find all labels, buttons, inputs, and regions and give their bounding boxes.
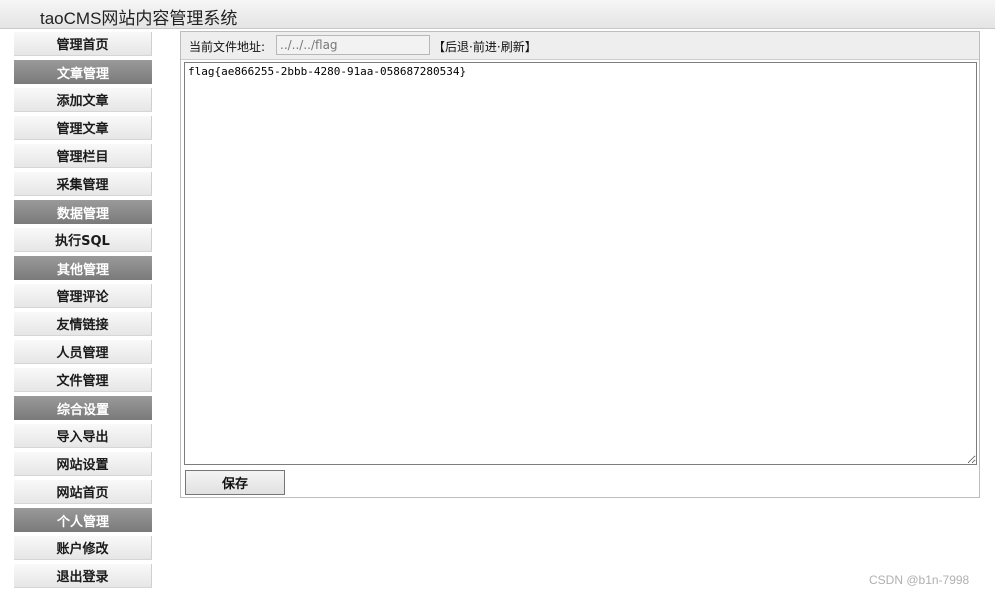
nav-bracket-close: 】	[524, 40, 537, 54]
file-editor-panel: 当前文件地址: 【后退·前进·刷新】 flag{ae866255-2bbb-42…	[180, 31, 980, 498]
nav-back-link[interactable]: 后退	[445, 40, 469, 54]
sidebar-category-articles: 文章管理	[14, 60, 152, 84]
sidebar-item-home[interactable]: 管理首页	[14, 32, 152, 56]
sidebar-category-data: 数据管理	[14, 200, 152, 224]
sidebar-category-settings: 综合设置	[14, 396, 152, 420]
nav-refresh-link[interactable]: 刷新	[501, 40, 525, 54]
sidebar-item-add-article[interactable]: 添加文章	[14, 88, 152, 112]
nav-bracket-open: 【	[433, 40, 446, 54]
file-content-textarea[interactable]: flag{ae866255-2bbb-4280-91aa-05868728053…	[184, 62, 977, 465]
sidebar-item-manage-columns[interactable]: 管理栏目	[14, 144, 152, 168]
sidebar-item-execute-sql[interactable]: 执行SQL	[14, 228, 152, 252]
sidebar-item-comments[interactable]: 管理评论	[14, 284, 152, 308]
sidebar-item-site-settings[interactable]: 网站设置	[14, 452, 152, 476]
sidebar-item-site-home[interactable]: 网站首页	[14, 480, 152, 504]
save-button[interactable]: 保存	[185, 470, 285, 495]
app-title: taoCMS网站内容管理系统	[40, 9, 238, 28]
sidebar-item-logout[interactable]: 退出登录	[14, 564, 152, 588]
sidebar-item-friend-links[interactable]: 友情链接	[14, 312, 152, 336]
file-path-label: 当前文件地址:	[189, 40, 266, 54]
sidebar-item-users[interactable]: 人员管理	[14, 340, 152, 364]
sidebar-item-account-edit[interactable]: 账户修改	[14, 536, 152, 560]
sidebar-category-personal: 个人管理	[14, 508, 152, 532]
sidebar-item-collection[interactable]: 采集管理	[14, 172, 152, 196]
sidebar-item-import-export[interactable]: 导入导出	[14, 424, 152, 448]
file-nav-links: 【后退·前进·刷新】	[433, 38, 537, 55]
sidebar-item-manage-articles[interactable]: 管理文章	[14, 116, 152, 140]
sidebar-category-other: 其他管理	[14, 256, 152, 280]
file-path-bar: 当前文件地址: 【后退·前进·刷新】	[181, 32, 979, 60]
top-header: taoCMS网站内容管理系统	[0, 0, 995, 29]
sidebar-nav: 管理首页 文章管理 添加文章 管理文章 管理栏目 采集管理 数据管理 执行SQL…	[14, 32, 152, 592]
nav-forward-link[interactable]: 前进	[473, 40, 497, 54]
watermark: CSDN @b1n-7998	[869, 573, 970, 587]
file-path-input[interactable]	[276, 35, 430, 55]
sidebar-item-files[interactable]: 文件管理	[14, 368, 152, 392]
